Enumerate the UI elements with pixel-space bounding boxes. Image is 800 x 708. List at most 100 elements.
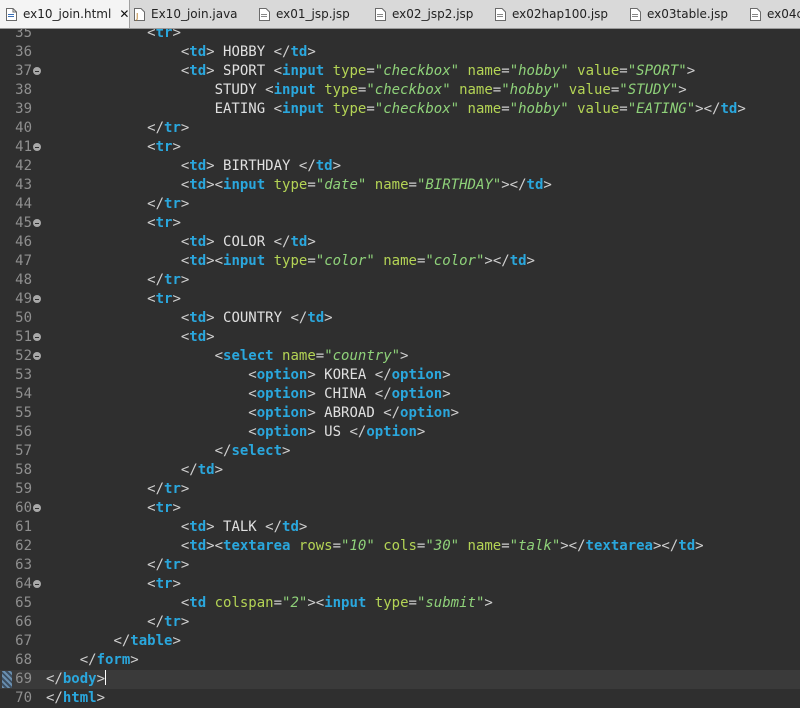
code-text[interactable]: <td><input type="date" name="BIRTHDAY"><… [46, 176, 552, 195]
code-line[interactable]: 67 </table> [0, 632, 800, 651]
code-line[interactable]: 55 <option> ABROAD </option> [0, 404, 800, 423]
code-text[interactable]: </tr> [46, 480, 189, 499]
code-text[interactable]: <tr> [46, 138, 181, 157]
tag-name: tr [155, 139, 173, 155]
code-text[interactable]: </tr> [46, 195, 189, 214]
attribute-value: "checkbox" [366, 82, 451, 98]
code-line[interactable]: 69 </body> [0, 670, 800, 689]
tag-bracket: > [96, 690, 106, 706]
code-text[interactable]: </tr> [46, 119, 189, 138]
code-line[interactable]: 61 <td> TALK </td> [0, 518, 800, 537]
code-text[interactable]: <td> COUNTRY </td> [46, 309, 333, 328]
code-line[interactable]: 57 </select> [0, 442, 800, 461]
fold-toggle-icon[interactable] [33, 352, 41, 360]
text-content [206, 595, 214, 611]
code-line[interactable]: 70 </html> [0, 689, 800, 708]
code-text[interactable]: <td><textarea rows="10" cols="30" name="… [46, 537, 704, 556]
code-text[interactable]: </tr> [46, 613, 189, 632]
code-line[interactable]: 35 <tr> [0, 29, 800, 43]
code-line[interactable]: 63 </tr> [0, 556, 800, 575]
code-text[interactable]: <tr> [46, 214, 181, 233]
code-line[interactable]: 46 <td> COLOR </td> [0, 233, 800, 252]
code-text[interactable]: <tr> [46, 575, 181, 594]
code-line[interactable]: 59 </tr> [0, 480, 800, 499]
tag-name: html [62, 690, 97, 706]
code-line[interactable]: 68 </form> [0, 651, 800, 670]
code-line[interactable]: 39 EATING <input type="checkbox" name="h… [0, 100, 800, 119]
code-text[interactable]: <option> US </option> [46, 423, 425, 442]
tab-ex02hap100[interactable]: ex02hap100.jsp [495, 0, 608, 28]
tab-ex10-join-java[interactable]: J Ex10_join.java [134, 0, 238, 28]
tab-ex04[interactable]: ex04c [750, 0, 800, 28]
close-icon[interactable]: ✕ [119, 7, 129, 21]
code-text[interactable]: <option> ABROAD </option> [46, 404, 459, 423]
fold-toggle-icon[interactable] [33, 295, 41, 303]
fold-toggle-icon[interactable] [33, 333, 41, 341]
code-text[interactable]: STUDY <input type="checkbox" name="hobby… [46, 81, 687, 100]
code-line[interactable]: 43 <td><input type="date" name="BIRTHDAY… [0, 176, 800, 195]
code-text[interactable]: <td> BIRTHDAY </td> [46, 157, 341, 176]
code-line[interactable]: 45 <tr> [0, 214, 800, 233]
code-text[interactable]: <td><input type="color" name="color"></t… [46, 252, 535, 271]
code-text[interactable]: <td> HOBBY </td> [46, 43, 316, 62]
tab-ex03table[interactable]: ex03table.jsp [630, 0, 728, 28]
code-line[interactable]: 49 <tr> [0, 290, 800, 309]
code-line[interactable]: 53 <option> KOREA </option> [0, 366, 800, 385]
tab-ex10-join-html[interactable]: ex10_join.html ✕ [0, 0, 130, 28]
code-line[interactable]: 65 <td colspan="2"><input type="submit"> [0, 594, 800, 613]
code-line[interactable]: 42 <td> BIRTHDAY </td> [0, 157, 800, 176]
code-text[interactable]: </td> [46, 461, 223, 480]
code-line[interactable]: 37 <td> SPORT <input type="checkbox" nam… [0, 62, 800, 81]
tag-name: tr [155, 29, 173, 41]
tag-bracket: </ [273, 234, 291, 250]
code-text[interactable]: <td> SPORT <input type="checkbox" name="… [46, 62, 695, 81]
tab-ex02-jsp2[interactable]: ex02_jsp2.jsp [375, 0, 473, 28]
code-line[interactable]: 66 </tr> [0, 613, 800, 632]
code-text[interactable]: <td> TALK </td> [46, 518, 307, 537]
code-text[interactable]: EATING <input type="checkbox" name="hobb… [46, 100, 746, 119]
code-line[interactable]: 48 </tr> [0, 271, 800, 290]
code-text[interactable]: </tr> [46, 271, 189, 290]
code-text[interactable]: <tr> [46, 499, 181, 518]
code-line[interactable]: 50 <td> COUNTRY </td> [0, 309, 800, 328]
code-line[interactable]: 36 <td> HOBBY </td> [0, 43, 800, 62]
fold-toggle-icon[interactable] [33, 580, 41, 588]
attribute-value: "color" [315, 253, 375, 269]
code-text[interactable]: </table> [46, 632, 180, 651]
code-line[interactable]: 40 </tr> [0, 119, 800, 138]
code-text[interactable]: <td colspan="2"><input type="submit"> [46, 594, 493, 613]
code-text[interactable]: <option> KOREA </option> [46, 366, 450, 385]
code-line[interactable]: 64 <tr> [0, 575, 800, 594]
code-text[interactable]: </html> [46, 689, 105, 708]
code-line[interactable]: 41 <tr> [0, 138, 800, 157]
code-line[interactable]: 58 </td> [0, 461, 800, 480]
code-text[interactable]: <tr> [46, 290, 181, 309]
code-text[interactable]: <td> [46, 328, 215, 347]
code-text[interactable]: <tr> [46, 29, 181, 43]
code-line[interactable]: 47 <td><input type="color" name="color">… [0, 252, 800, 271]
fold-toggle-icon[interactable] [33, 67, 41, 75]
code-text[interactable]: <td> COLOR </td> [46, 233, 316, 252]
code-line[interactable]: 44 </tr> [0, 195, 800, 214]
fold-toggle-icon[interactable] [33, 143, 41, 151]
code-line[interactable]: 51 <td> [0, 328, 800, 347]
code-line[interactable]: 62 <td><textarea rows="10" cols="30" nam… [0, 537, 800, 556]
code-text[interactable]: <option> CHINA </option> [46, 385, 450, 404]
code-line[interactable]: 52 <select name="country"> [0, 347, 800, 366]
code-line[interactable]: 54 <option> CHINA </option> [0, 385, 800, 404]
code-editor[interactable]: 35 <tr> 36 <td> HOBBY </td> 37 <td> SPORT … [0, 29, 800, 708]
code-line[interactable]: 38 STUDY <input type="checkbox" name="ho… [0, 81, 800, 100]
code-text[interactable]: </form> [46, 651, 139, 670]
code-text[interactable]: </tr> [46, 556, 189, 575]
code-text[interactable]: </body> [46, 670, 107, 689]
fold-toggle-icon[interactable] [33, 504, 41, 512]
code-text[interactable]: <select name="country"> [46, 347, 409, 366]
text-content [274, 348, 282, 364]
code-line[interactable]: 56 <option> US </option> [0, 423, 800, 442]
code-line[interactable]: 60 <tr> [0, 499, 800, 518]
tab-ex01-jsp[interactable]: ex01_jsp.jsp [259, 0, 350, 28]
code-text[interactable]: </select> [46, 442, 291, 461]
fold-toggle-icon[interactable] [33, 219, 41, 227]
